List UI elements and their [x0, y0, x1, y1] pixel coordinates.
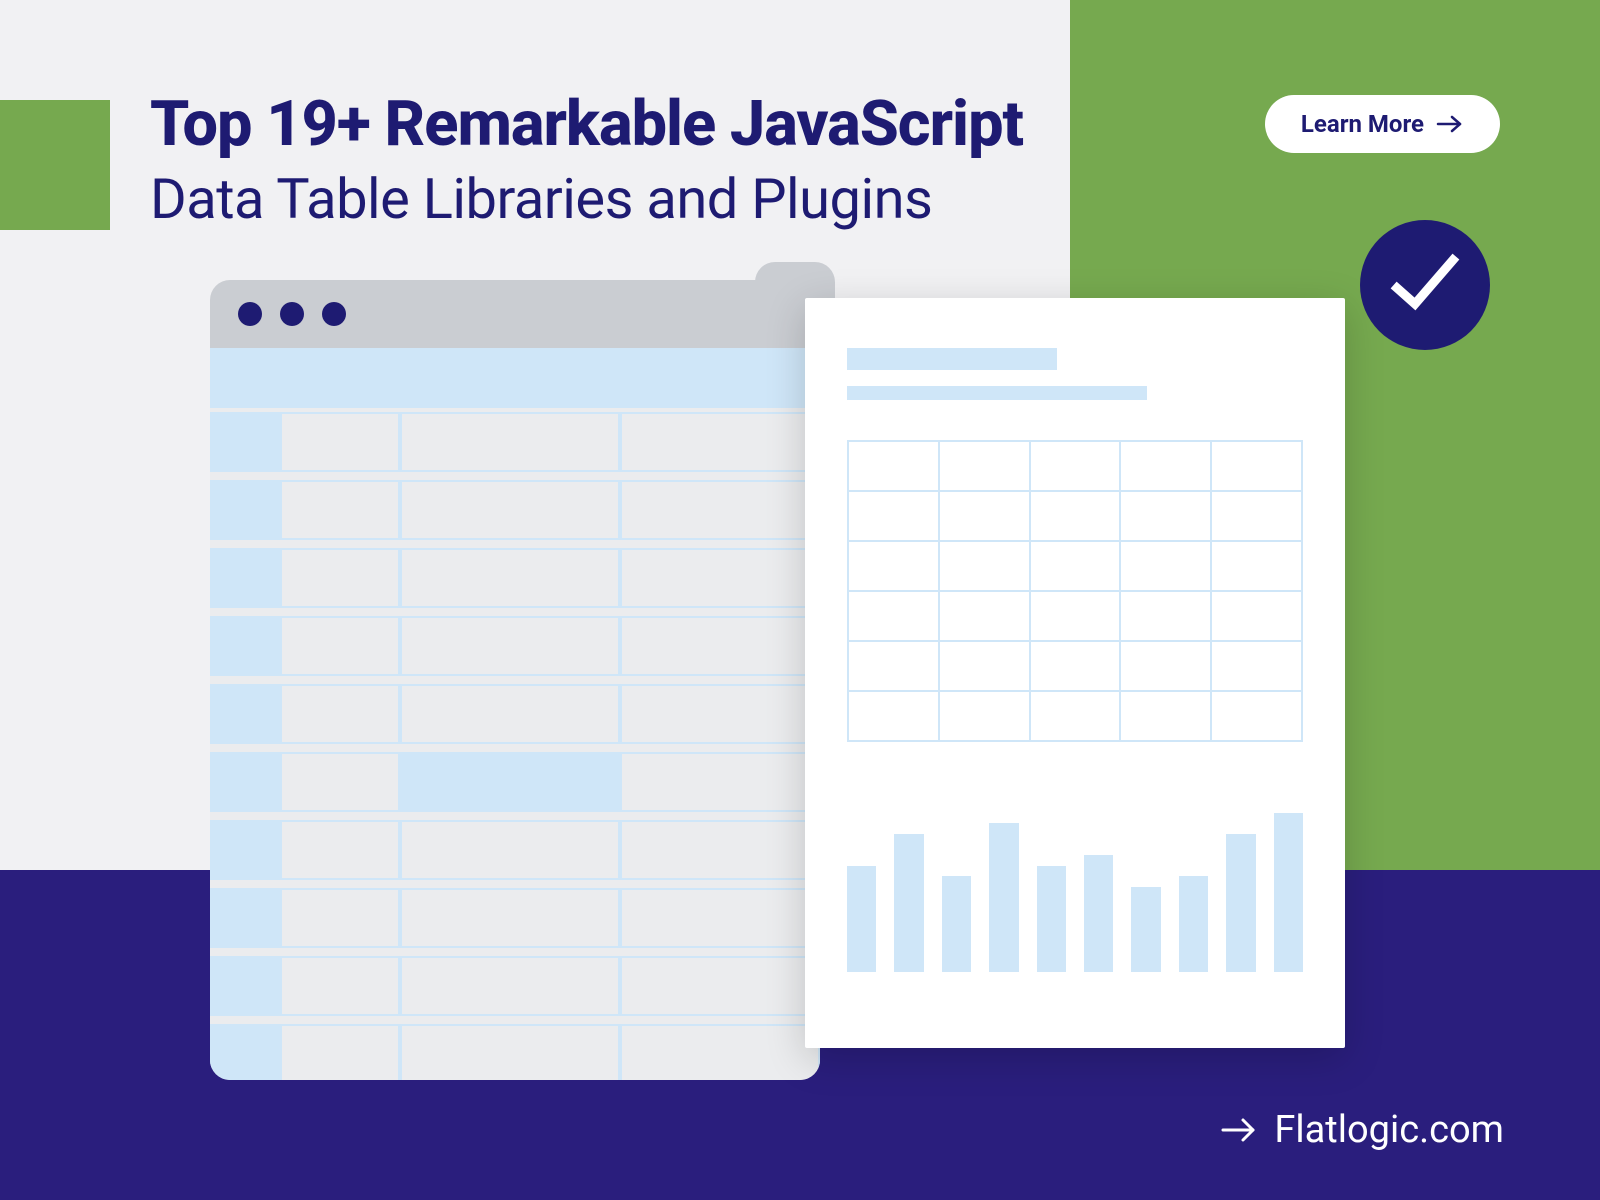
- doc-table-illustration: [847, 440, 1303, 742]
- bar: [1084, 855, 1113, 972]
- doc-heading-placeholder: [847, 348, 1057, 370]
- arrow-right-icon: [1436, 114, 1464, 134]
- bar: [894, 834, 923, 972]
- traffic-light-dot-icon: [280, 302, 304, 326]
- spreadsheet-illustration: [210, 348, 820, 1080]
- brand-label: Flatlogic.com: [1274, 1108, 1504, 1152]
- learn-more-button[interactable]: Learn More: [1265, 95, 1500, 153]
- browser-window-illustration: [210, 280, 820, 1080]
- learn-more-label: Learn More: [1301, 110, 1424, 138]
- bar: [1179, 876, 1208, 972]
- bar: [1037, 866, 1066, 972]
- brand-link[interactable]: Flatlogic.com: [1220, 1108, 1504, 1152]
- arrow-right-icon: [1220, 1115, 1258, 1145]
- bar: [942, 876, 971, 972]
- bar-chart-illustration: [847, 802, 1303, 972]
- page-subtitle: Data Table Libraries and Plugins: [150, 166, 932, 232]
- bar: [1274, 813, 1303, 972]
- check-icon: [1385, 250, 1465, 320]
- browser-titlebar: [210, 280, 820, 348]
- bar: [989, 823, 1018, 972]
- bar: [847, 866, 876, 972]
- checkmark-badge: [1360, 220, 1490, 350]
- traffic-light-dot-icon: [238, 302, 262, 326]
- doc-subheading-placeholder: [847, 386, 1147, 400]
- document-tab-illustration: [755, 262, 835, 302]
- bar: [1131, 887, 1160, 972]
- page-title: Top 19+ Remarkable JavaScript: [150, 88, 1023, 161]
- bar: [1226, 834, 1255, 972]
- decor-green-left: [0, 100, 110, 230]
- document-sheet-illustration: [805, 298, 1345, 1048]
- traffic-light-dot-icon: [322, 302, 346, 326]
